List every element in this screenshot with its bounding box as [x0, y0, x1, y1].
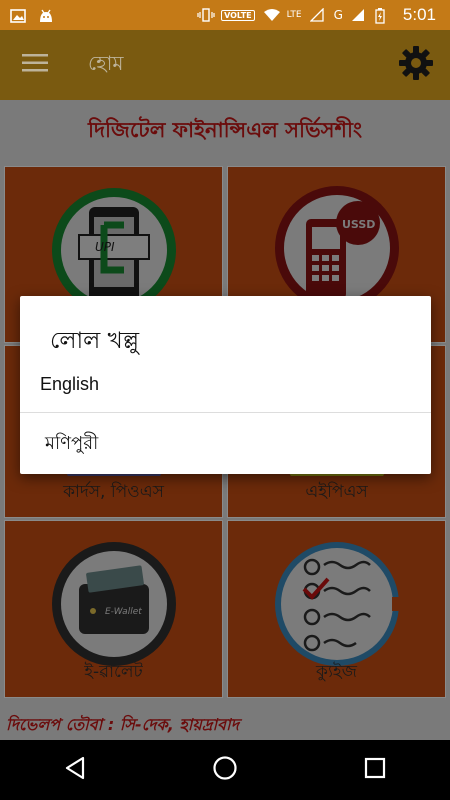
- settings-button[interactable]: [386, 35, 446, 95]
- option-english[interactable]: English: [20, 360, 431, 408]
- status-bar: VOLTE LTE G 5:01: [0, 0, 450, 30]
- tile-label: ক্যুইজ: [316, 662, 357, 682]
- network-label-g: G: [333, 8, 343, 22]
- page-title: হোম: [88, 50, 124, 75]
- dialog-title: লোল খল্লু: [50, 328, 140, 354]
- back-triangle-icon: [64, 756, 86, 784]
- dialog-divider: [20, 412, 431, 413]
- wallet-text: E-Wallet: [105, 607, 142, 617]
- hamburger-icon: [22, 53, 48, 77]
- signal-icon: [309, 7, 326, 22]
- tile-label: ই-ৱালেট: [84, 662, 143, 682]
- gear-icon: [398, 45, 434, 85]
- menu-button[interactable]: [0, 30, 70, 100]
- tile-quiz[interactable]: ক্যুইজ: [227, 520, 446, 698]
- battery-charging-icon: [375, 8, 391, 24]
- e-wallet-icon: E-Wallet: [49, 539, 179, 673]
- clock: 5:01: [402, 5, 436, 24]
- upi-text: UPI: [95, 240, 115, 254]
- android-icon: [38, 8, 54, 22]
- language-dialog: লোল খল্লু English মণিপুরী: [20, 296, 431, 474]
- navigation-bar: [0, 740, 450, 800]
- vibrate-icon: [197, 8, 215, 22]
- network-label-lte: LTE: [286, 10, 302, 20]
- app-bar: হোম: [0, 30, 450, 100]
- signal-icon-2: [351, 8, 367, 22]
- recents-square-icon: [364, 757, 386, 783]
- home-button[interactable]: [195, 740, 255, 800]
- section-heading: দিজিটেল ফাইনান্সিএল সর্ভিসশীং: [88, 117, 362, 142]
- image-icon: [10, 8, 26, 23]
- tile-label: কার্দস, পিওএস: [63, 482, 164, 502]
- wifi-icon: [263, 8, 280, 22]
- tile-e-wallet[interactable]: E-Wallet ই-ৱালেট: [4, 520, 223, 698]
- option-manipuri[interactable]: মণিপুরী: [20, 420, 431, 468]
- volte-badge: VOLTE: [221, 9, 255, 21]
- developer-credit: দিভেলপ তৌবা : সি-দেক, হায়দ্রাবাদ: [0, 710, 450, 740]
- quiz-icon: [272, 539, 402, 673]
- home-circle-icon: [212, 755, 238, 785]
- back-button[interactable]: [45, 740, 105, 800]
- ussd-text: USSD: [342, 218, 375, 231]
- tile-label: এইপিএস: [305, 482, 368, 502]
- recents-button[interactable]: [345, 740, 405, 800]
